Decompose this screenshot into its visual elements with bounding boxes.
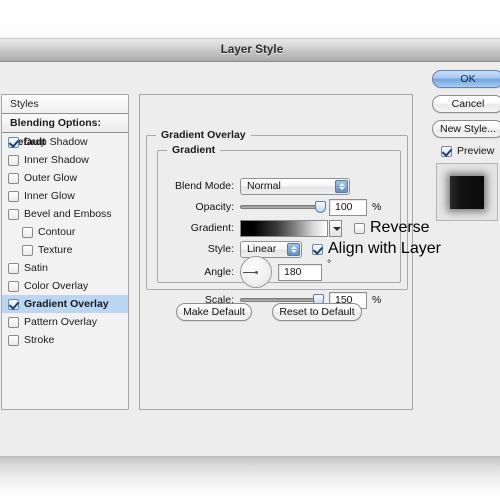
checkbox-box[interactable] [22,226,33,238]
angle-label: Angle: [204,266,234,278]
dialog-title: Layer Style [220,44,284,56]
opacity-value: 100 [335,201,353,213]
opacity-slider[interactable] [240,200,326,214]
chevron-updown-icon [335,179,348,193]
reset-to-default-button[interactable]: Reset to Default [272,303,362,321]
checkbox-box[interactable] [8,334,19,346]
effects-list: Drop Shadow Inner Shadow Outer Glow Inner G… [2,133,128,349]
blend-mode-select[interactable]: Normal [240,177,350,195]
checkbox-box[interactable] [8,136,19,148]
angle-row: Angle: 180 ° [158,255,331,289]
dialog-action-column: OK Cancel New Style... Preview [432,70,500,221]
effect-row[interactable]: Satin [2,259,128,277]
reverse-label: Reverse [370,219,430,236]
style-value: Linear [247,243,277,255]
effect-label: Color Overlay [24,280,89,292]
checkbox-box[interactable] [8,316,19,328]
checkbox-box [354,222,365,234]
gradient-label: Gradient: [190,222,234,234]
effect-label: Pattern Overlay [24,316,97,328]
gradient-swatch[interactable] [240,219,328,237]
effect-row[interactable]: Bevel and Emboss [2,205,128,223]
blend-mode-row: Blend Mode: Normal [158,177,350,195]
effect-row[interactable]: Inner Shadow [2,151,128,169]
opacity-slider-track [240,205,324,209]
preview-label: Preview [457,145,495,157]
effect-label: Inner Shadow [24,154,89,166]
layer-style-dialog: Layer Style Styles Blending Options: Def… [0,38,500,456]
make-default-button[interactable]: Make Default [176,303,252,321]
angle-dial[interactable] [240,256,272,288]
effect-label: Stroke [24,334,55,346]
effect-row[interactable]: Stroke [2,331,128,349]
desktop-backdrop-top [0,0,500,38]
effect-label: Satin [24,262,48,274]
checkbox-box[interactable] [8,298,19,310]
effect-label: Inner Glow [24,190,75,202]
scale-slider-track [240,298,324,302]
preview-thumbnail-shape [450,176,484,209]
gradient-picker [240,219,342,237]
checkbox-box[interactable] [22,244,33,256]
checkbox-box [312,243,323,255]
align-with-layer-checkbox[interactable]: Align with Layer [312,240,441,258]
gradient-legend: Gradient [167,144,221,156]
effect-row[interactable]: Gradient Overlay [2,295,128,313]
preview-checkbox[interactable]: Preview [441,145,500,157]
angle-value: 180 [284,266,302,278]
styles-panel: Styles Blending Options: Default Drop Sh… [1,94,129,410]
panel-footer-buttons: Make Default Reset to Default [176,303,362,321]
chevron-down-icon[interactable] [329,219,342,237]
checkbox-box[interactable] [8,208,19,220]
checkbox-box[interactable] [8,280,19,292]
preview-thumbnail [436,163,498,221]
effect-label: Contour [38,226,76,238]
blending-options-row[interactable]: Blending Options: Default [2,114,128,148]
new-style-button[interactable]: New Style... [432,120,500,138]
reverse-checkbox[interactable]: Reverse [354,219,430,237]
effect-row[interactable]: Pattern Overlay [2,313,128,331]
effect-label: Outer Glow [24,172,78,184]
desktop-backdrop-bottom [0,456,500,500]
opacity-input[interactable]: 100 [329,198,367,216]
blend-mode-value: Normal [247,180,281,192]
gradient-overlay-panel: Gradient Overlay Gradient Blend Mode: No… [139,94,441,410]
opacity-unit: % [372,201,382,213]
effect-row[interactable]: Contour [2,223,128,241]
cancel-button[interactable]: Cancel [432,95,500,113]
effect-label: Bevel and Emboss [24,208,112,220]
effect-row[interactable]: Texture [2,241,128,259]
styles-header[interactable]: Styles [2,95,128,114]
blend-mode-label: Blend Mode: [175,180,234,192]
angle-input[interactable]: 180 [278,263,322,281]
checkbox-box[interactable] [8,190,19,202]
checkbox-box [441,145,452,157]
angle-hub [254,270,258,274]
opacity-label: Opacity: [195,201,234,213]
checkbox-box[interactable] [8,154,19,166]
checkbox-box[interactable] [8,262,19,274]
scale-unit: % [372,294,382,306]
dialog-body: Styles Blending Options: Default Drop Sh… [0,62,500,456]
effect-label: Texture [38,244,73,256]
align-with-layer-label: Align with Layer [328,240,441,257]
ok-button[interactable]: OK [432,70,500,88]
dialog-titlebar[interactable]: Layer Style [0,38,500,62]
effect-label: Gradient Overlay [24,298,109,310]
chevron-updown-icon [287,242,300,256]
effect-row[interactable]: Outer Glow [2,169,128,187]
gradient-overlay-group: Gradient Overlay Gradient Blend Mode: No… [146,129,441,309]
screen: Layer Style Styles Blending Options: Def… [0,0,500,500]
opacity-slider-thumb[interactable] [315,201,326,213]
gradient-row: Gradient: Reverse [158,219,430,237]
angle-unit: ° [327,258,332,270]
opacity-row: Opacity: 100 % [158,198,381,216]
gradient-group: Gradient Blend Mode: Normal Opacity: 100… [157,144,441,309]
gradient-overlay-legend: Gradient Overlay [156,129,251,141]
checkbox-box[interactable] [8,172,19,184]
effect-row[interactable]: Inner Glow [2,187,128,205]
effect-label: Drop Shadow [24,136,88,148]
effect-row[interactable]: Color Overlay [2,277,128,295]
style-label: Style: [207,243,234,255]
